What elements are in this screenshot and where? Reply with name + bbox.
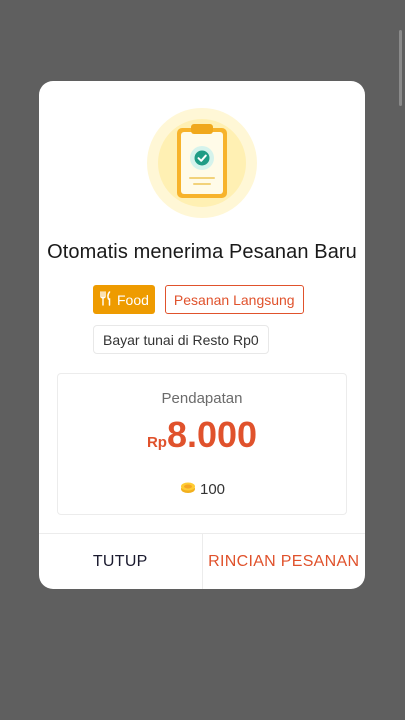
- fork-knife-icon: [99, 290, 113, 309]
- clipboard-check-icon: [147, 108, 257, 218]
- order-detail-button[interactable]: RINCIAN PESANAN: [203, 534, 366, 589]
- income-card: Pendapatan Rp8.000 100: [57, 373, 347, 515]
- new-order-dialog: Otomatis menerima Pesanan Baru Food Pesa…: [39, 81, 365, 589]
- payment-label: Bayar tunai di Resto Rp0: [103, 331, 259, 348]
- income-currency: Rp: [146, 434, 167, 451]
- dialog-title: Otomatis menerima Pesanan Baru: [47, 241, 357, 263]
- order-badges: Food Pesanan Langsung: [93, 285, 304, 315]
- order-type-label: Pesanan Langsung: [173, 291, 295, 308]
- food-badge: Food: [93, 285, 155, 314]
- points-row: 100: [58, 480, 346, 498]
- food-badge-label: Food: [117, 291, 149, 308]
- income-amount: Rp8.000: [58, 414, 346, 456]
- close-button[interactable]: TUTUP: [39, 534, 203, 589]
- points-value: 100: [199, 480, 226, 498]
- income-label: Pendapatan: [161, 390, 243, 407]
- payment-badge: Bayar tunai di Resto Rp0: [93, 325, 269, 354]
- income-value: 8.000: [166, 414, 258, 455]
- dialog-footer: TUTUP RINCIAN PESANAN: [39, 533, 365, 589]
- order-type-badge: Pesanan Langsung: [164, 285, 304, 314]
- scrollbar: [399, 30, 402, 106]
- coin-icon: [179, 480, 197, 498]
